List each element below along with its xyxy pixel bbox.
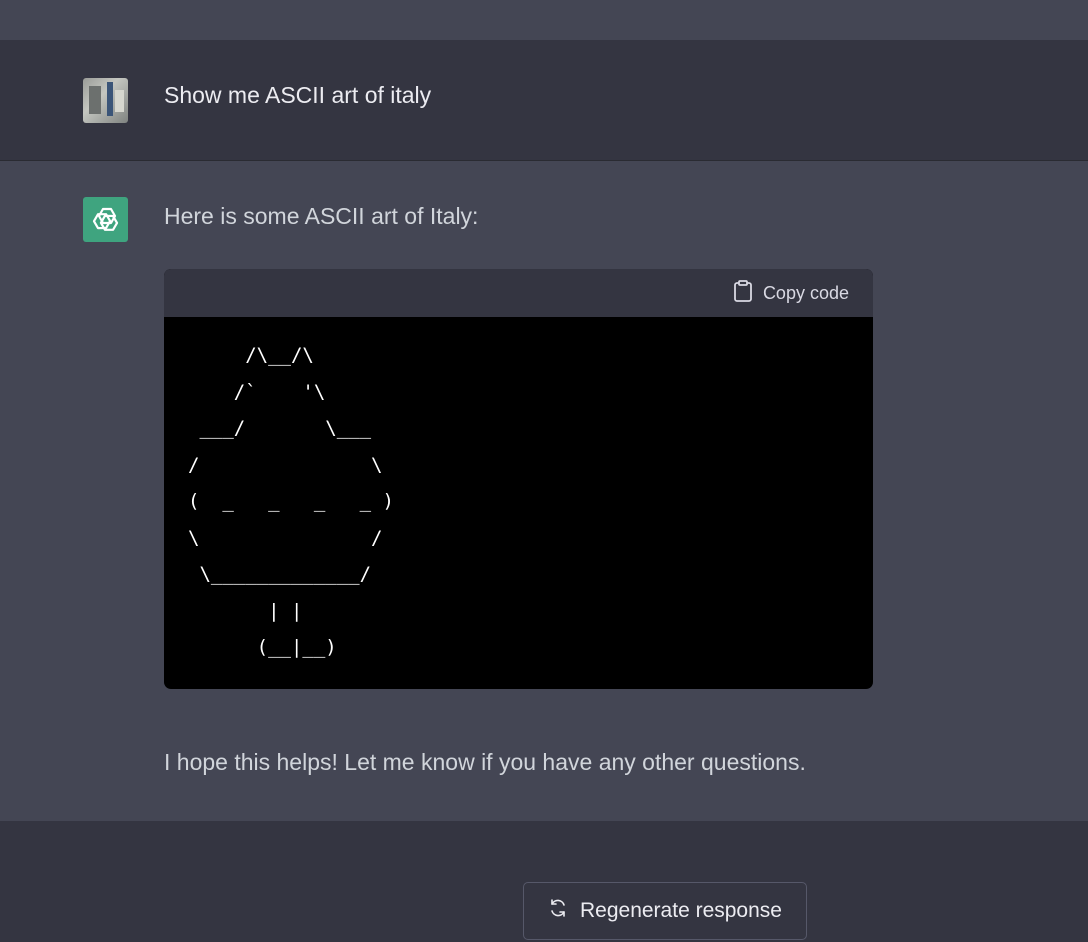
user-message-text: Show me ASCII art of italy [164, 82, 432, 108]
ascii-art-code: /\__/\ /` '\ ___/ \___ / \ ( _ _ _ _ ) \… [188, 344, 394, 658]
copy-code-label: Copy code [762, 282, 849, 303]
top-strip [0, 0, 1088, 40]
bottom-input-area: Regenerate response [0, 821, 1088, 942]
assistant-outro-text: I hope this helps! Let me know if you ha… [164, 749, 806, 775]
code-block: Copy code /\__/\ /` '\ ___/ \___ / \ ( _… [164, 269, 873, 689]
openai-logo-icon [83, 197, 128, 242]
user-message-row: Show me ASCII art of italy [0, 40, 1088, 161]
code-block-header: Copy code [164, 269, 873, 317]
user-avatar [83, 78, 128, 123]
copy-code-button[interactable]: Copy code [733, 279, 849, 307]
assistant-message-row: Here is some ASCII art of Italy: Copy co… [0, 161, 1088, 821]
refresh-icon [548, 898, 568, 924]
clipboard-icon [733, 279, 753, 307]
regenerate-response-button[interactable]: Regenerate response [523, 882, 807, 940]
regenerate-label: Regenerate response [580, 899, 782, 922]
code-body: /\__/\ /` '\ ___/ \___ / \ ( _ _ _ _ ) \… [164, 317, 873, 666]
assistant-intro-text: Here is some ASCII art of Italy: [164, 203, 479, 229]
